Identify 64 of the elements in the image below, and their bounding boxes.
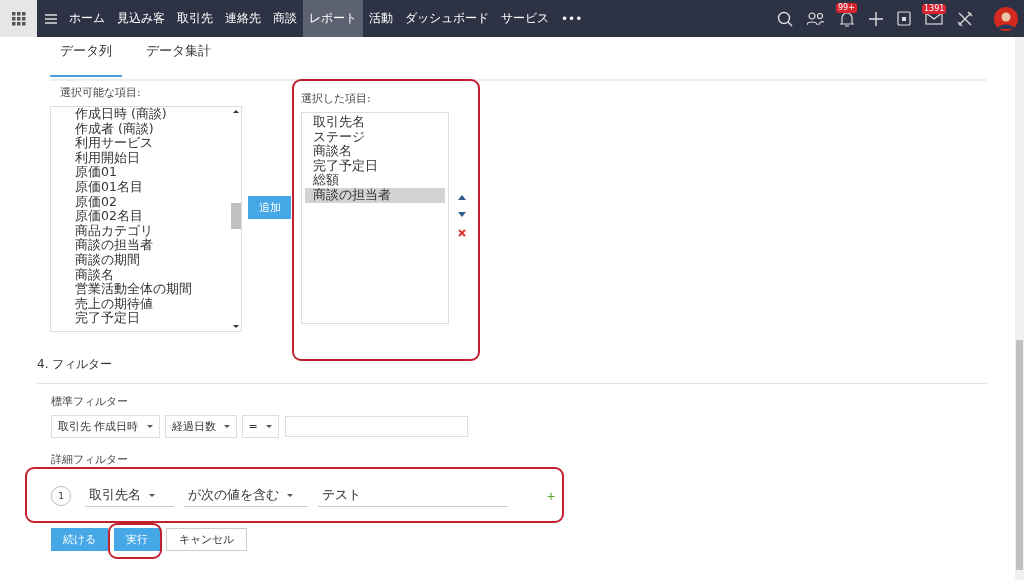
cancel-button[interactable]: キャンセル [166, 528, 247, 551]
menu-icon[interactable] [45, 13, 57, 24]
available-fields-label: 選択可能な項目: [59, 85, 142, 101]
bell-icon[interactable] [839, 10, 855, 27]
list-item[interactable]: 作成日時 (商談) [75, 107, 230, 122]
calendar-icon[interactable] [897, 11, 911, 26]
mail-icon[interactable] [925, 12, 943, 25]
tab[interactable]: データ列 [50, 37, 122, 77]
remove-icon[interactable] [458, 229, 466, 237]
search-icon[interactable] [777, 10, 793, 27]
list-item[interactable]: 商品カテゴリ [75, 223, 230, 239]
list-item[interactable]: 取引先名 [305, 115, 445, 130]
list-item[interactable]: 売上の期待値 [75, 296, 230, 312]
nav-tab[interactable]: 活動 [363, 0, 399, 37]
list-item[interactable]: 商談名 [75, 267, 230, 283]
nav-tab[interactable]: 見込み客 [111, 0, 171, 37]
mail-badge: 1391 [922, 4, 947, 14]
move-down-icon[interactable] [458, 212, 466, 217]
list-item[interactable]: 営業活動全体の期間 [75, 282, 230, 297]
standard-filter-label: 標準フィルター [51, 394, 129, 410]
nav-tab[interactable]: 取引先 [171, 0, 219, 37]
nav-tab[interactable]: ホーム [63, 0, 111, 37]
move-up-icon[interactable] [458, 195, 466, 200]
list-item[interactable]: 商談の期間 [75, 252, 230, 268]
page-scrollbar[interactable] [1015, 37, 1024, 580]
selected-fields-label: 選択した項目: [301, 91, 372, 107]
available-fields-list[interactable]: 作成日時 (商談) 作成者 (商談) 利用サービス 利用開始日 原価01 原価01名目 原価02 原価02名目 商品カテゴリ 商談の担当者 商談の期間 商談名 営業活動全体の期間 売上の期待値 完了予定日 [50, 106, 242, 332]
list-item[interactable]: 作成者 (商談) [75, 121, 230, 137]
advanced-filter-label: 詳細フィルター [51, 452, 129, 468]
list-item[interactable]: 完了予定日 [75, 311, 230, 326]
list-item[interactable]: 完了予定日 [305, 158, 445, 174]
avatar-icon[interactable] [994, 6, 1018, 31]
nav-tab[interactable]: サービス [495, 0, 555, 37]
people-icon[interactable] [807, 11, 825, 26]
period-dropdown[interactable]: 経過日数 [164, 415, 237, 438]
operator-dropdown[interactable]: = [241, 415, 279, 438]
list-item[interactable]: 原価01 [75, 165, 230, 180]
nav-tab[interactable]: ダッシュボード [399, 0, 495, 37]
nav-tab[interactable]: 商談 [267, 0, 303, 37]
list-item[interactable]: 原価01名目 [75, 179, 230, 195]
value-input[interactable]: テスト [318, 485, 508, 507]
field-dropdown[interactable]: 取引先名 [85, 485, 174, 507]
list-item[interactable]: 利用開始日 [75, 150, 230, 166]
tab[interactable]: データ集計 [136, 37, 221, 77]
list-item[interactable]: 利用サービス [75, 136, 230, 151]
list-item[interactable]: 商談名 [305, 144, 445, 159]
list-item[interactable]: 原価02名目 [75, 209, 230, 224]
condition-dropdown[interactable]: が次の値を含む [184, 485, 308, 507]
field-dropdown[interactable]: 取引先 作成日時 [51, 415, 160, 438]
more-button[interactable]: ••• [555, 0, 589, 37]
section-heading: 4. フィルター [37, 356, 987, 384]
list-item[interactable]: 商談の担当者 [75, 238, 230, 253]
nav-tab[interactable]: レポート [303, 0, 363, 37]
nav-tab[interactable]: 連絡先 [219, 0, 267, 37]
list-item[interactable]: 商談の担当者 [305, 187, 445, 203]
selected-fields-list[interactable]: 取引先名 ステージ 商談名 完了予定日 総額 商談の担当者 [301, 112, 449, 324]
app-launcher-icon[interactable] [0, 0, 37, 37]
value-input[interactable] [284, 416, 468, 437]
tools-icon[interactable] [957, 10, 973, 27]
list-item[interactable]: 原価02 [75, 194, 230, 210]
plus-icon[interactable] [869, 11, 883, 26]
list-item[interactable]: 総額 [305, 173, 445, 188]
notification-badge: 99+ [836, 2, 857, 13]
list-item[interactable]: ステージ [305, 129, 445, 145]
